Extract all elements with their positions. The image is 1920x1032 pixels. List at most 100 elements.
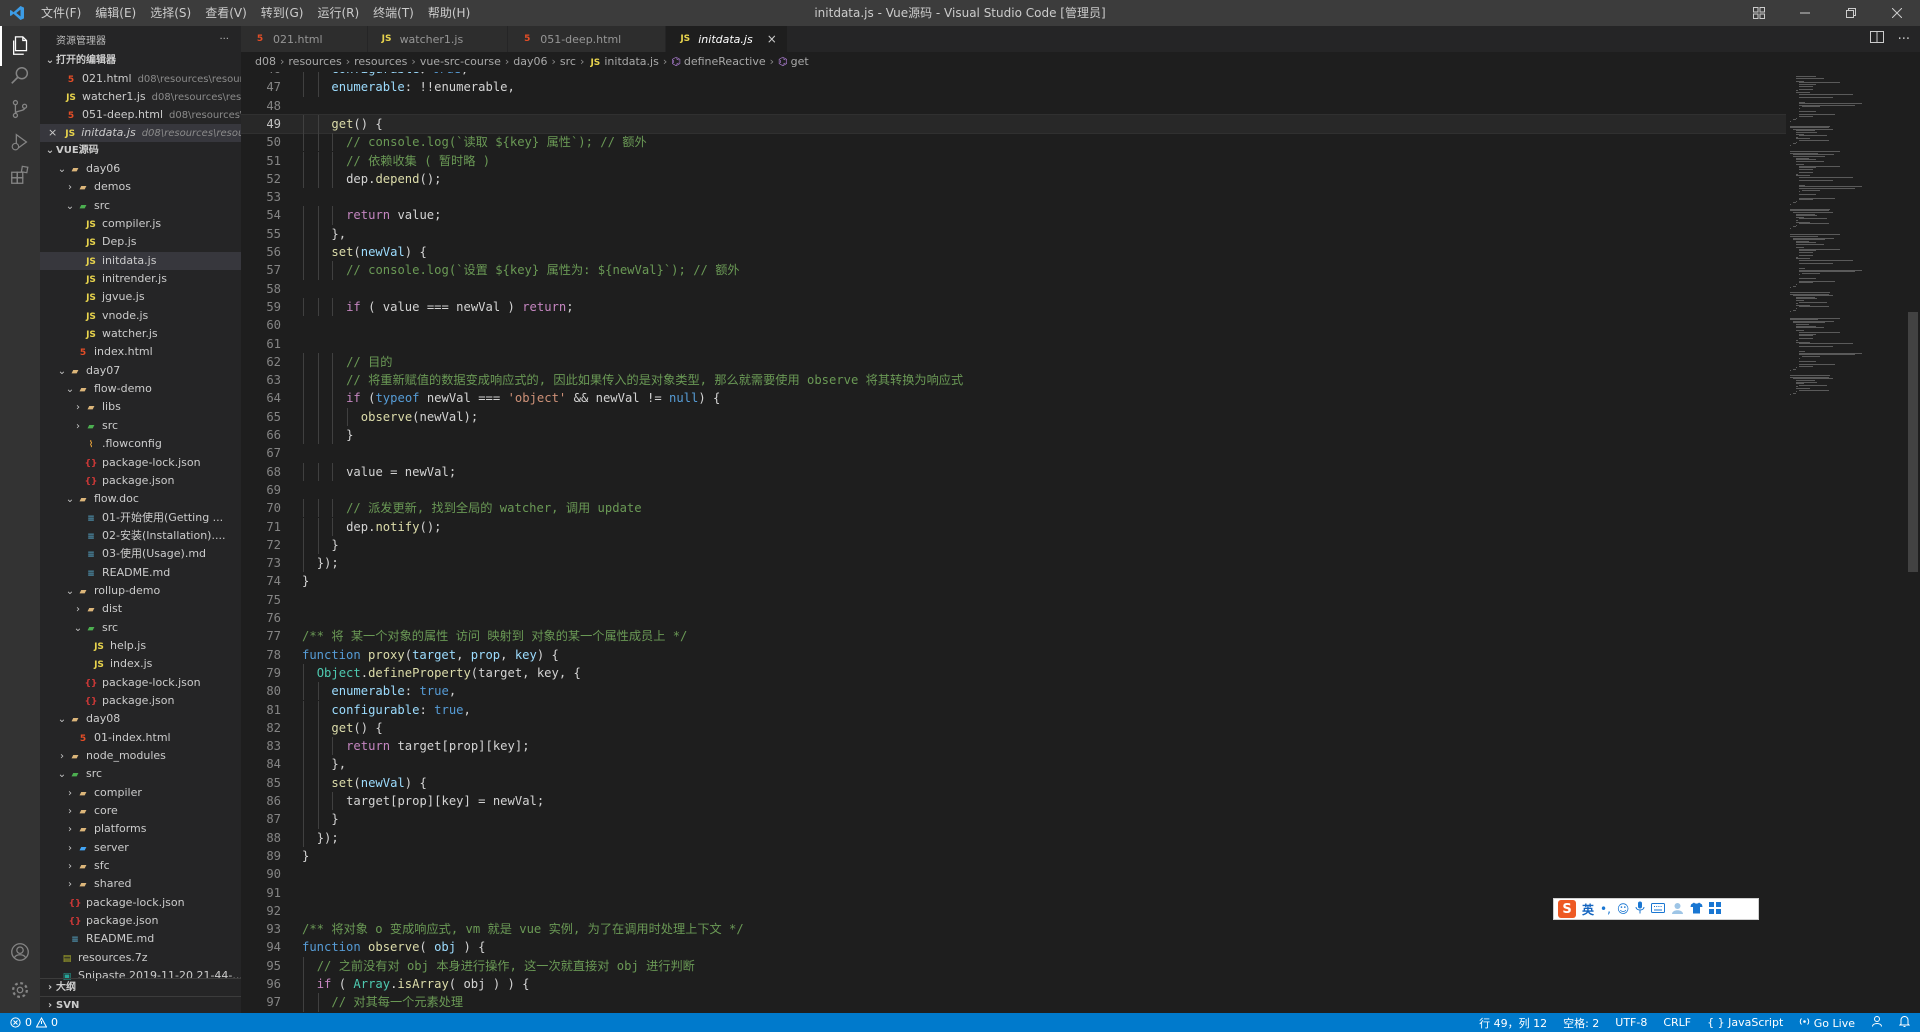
indentation[interactable]: 空格: 2 [1563,1015,1599,1031]
breadcrumb-item[interactable]: resources [288,55,341,68]
minimap[interactable] [1786,72,1906,1013]
tree-item[interactable]: JS vnode.js [40,307,241,325]
tree-item[interactable]: › ▰ src [40,417,241,435]
menu-item-6[interactable]: 终端(T) [366,0,421,26]
tree-item[interactable]: ⌄ ▰ src [40,197,241,215]
tree-item[interactable]: {} package.json [40,692,241,710]
tree-item[interactable]: {} package-lock.json [40,674,241,692]
breadcrumb-item[interactable]: d08 [255,55,276,68]
encoding[interactable]: UTF-8 [1615,1016,1647,1029]
svn-header[interactable]: › SVN [40,996,241,1013]
open-editor-item[interactable]: 5 021.html d08\resources\resour... [40,70,241,88]
status-problems[interactable]: 0 0 [10,1013,58,1032]
open-editor-item[interactable]: × JS initdata.js d08\resources\resour... [40,124,241,142]
tree-item[interactable]: JS help.js [40,637,241,655]
layout-icon[interactable] [1736,0,1782,26]
tree-item[interactable]: › ▰ sfc [40,857,241,875]
open-editor-item[interactable]: JS watcher1.js d08\resources\res... [40,88,241,106]
tree-item[interactable]: ⌄ ▰ rollup-demo [40,582,241,600]
tree-item[interactable]: ⌄ ▰ src [40,765,241,783]
more-actions-button[interactable]: ··· [219,34,229,45]
tree-item[interactable]: › ▰ demos [40,178,241,196]
cursor-position[interactable]: 行 49，列 12 [1479,1015,1547,1031]
tree-item[interactable]: › ▰ core [40,802,241,820]
end-of-line[interactable]: CRLF [1663,1016,1691,1029]
tree-item[interactable]: ⌄ ▰ src [40,619,241,637]
split-editor-icon[interactable] [1869,30,1884,48]
go-live-button[interactable]: Go Live [1799,1016,1855,1030]
menu-item-5[interactable]: 运行(R) [310,0,366,26]
user-icon[interactable] [1671,902,1684,917]
tab-051-deep-html[interactable]: 5 051-deep.html [508,26,667,52]
open-editors-header[interactable]: ⌄ 打开的编辑器 [40,52,241,70]
breadcrumb-item[interactable]: get [791,55,809,68]
breadcrumb-item[interactable]: initdata.js [604,55,658,68]
tree-item[interactable]: JS initdata.js [40,251,241,271]
menu-item-7[interactable]: 帮助(H) [421,0,477,26]
tree-item[interactable]: {} package-lock.json [40,894,241,912]
tree-item[interactable]: ▤ resources.7z [40,949,241,967]
tree-item[interactable]: ⌇ .flowconfig [40,435,241,453]
tree-item[interactable]: {} package.json [40,912,241,930]
tab-021-html[interactable]: 5 021.html [241,26,368,52]
tree-item[interactable]: ⌄ ▰ day06 [40,160,241,178]
tree-item[interactable]: › ▰ shared [40,875,241,893]
tree-item[interactable]: › ▰ libs [40,398,241,416]
tree-item[interactable]: › ▰ platforms [40,820,241,838]
language-mode[interactable]: { } JavaScript [1707,1016,1783,1029]
tree-item[interactable]: ≡ README.md [40,564,241,582]
close-window-button[interactable] [1874,0,1920,26]
breadcrumb-item[interactable]: vue-src-course [420,55,501,68]
restore-button[interactable] [1828,0,1874,26]
code-editor[interactable]: 46configurable：true,47enumerable: !!enum… [241,72,1786,1013]
tree-item[interactable]: ⌄ ▰ day08 [40,710,241,728]
breadcrumb-item[interactable]: src [560,55,576,68]
close-editor-icon[interactable]: × [48,126,57,139]
tree-item[interactable]: JS Dep.js [40,233,241,251]
tree-item[interactable]: JS initrender.js [40,270,241,288]
emoji-icon[interactable]: ☺ [1617,902,1630,916]
punctuation-icon[interactable]: •, [1600,902,1611,916]
tree-item[interactable]: › ▰ node_modules [40,747,241,765]
tree-item[interactable]: ≡ 01-开始使用(Getting ... [40,509,241,527]
microphone-icon[interactable] [1635,901,1645,917]
tree-item[interactable]: 5 index.html [40,343,241,361]
breadcrumb-item[interactable]: resources [354,55,407,68]
tree-item[interactable]: › ▰ compiler [40,784,241,802]
skin-shirt-icon[interactable] [1690,902,1703,917]
menu-item-4[interactable]: 转到(G) [254,0,311,26]
tree-item[interactable]: › ▰ server [40,839,241,857]
tree-item[interactable]: JS jgvue.js [40,288,241,306]
menu-item-2[interactable]: 选择(S) [143,0,198,26]
tree-item[interactable]: {} package.json [40,472,241,490]
menu-item-1[interactable]: 编辑(E) [88,0,143,26]
tree-item[interactable]: › ▰ dist [40,600,241,618]
breadcrumb-item[interactable]: defineReactive [684,55,766,68]
tree-item[interactable]: {} package-lock.json [40,454,241,472]
extensions-icon[interactable] [0,155,40,195]
tree-item[interactable]: ≡ 03-使用(Usage).md [40,545,241,563]
minimize-button[interactable] [1782,0,1828,26]
feedback-icon[interactable] [1871,1015,1883,1030]
tree-item[interactable]: ⌄ ▰ flow-demo [40,380,241,398]
account-icon[interactable] [0,932,40,972]
tree-item[interactable]: JS watcher.js [40,325,241,343]
tree-item[interactable]: ≡ 02-安装(Installation).... [40,527,241,545]
tree-item[interactable]: JS compiler.js [40,215,241,233]
tree-item[interactable]: 5 01-index.html [40,729,241,747]
open-editor-item[interactable]: 5 051-deep.html d08\resources\r... [40,106,241,124]
toolbox-grid-icon[interactable] [1709,901,1722,917]
notifications-bell-icon[interactable] [1898,1015,1911,1030]
ime-language[interactable]: 英 [1582,901,1594,918]
tree-item[interactable]: ⌄ ▰ day07 [40,362,241,380]
breadcrumb-item[interactable]: day06 [513,55,547,68]
ime-toolbar[interactable]: S 英 •, ☺ [1553,898,1759,920]
vertical-scrollbar[interactable] [1906,72,1920,1013]
outline-header[interactable]: › 大纲 [40,978,241,997]
close-tab-icon[interactable]: × [767,32,777,46]
tree-item[interactable]: ⌄ ▰ flow.doc [40,490,241,508]
menu-item-0[interactable]: 文件(F) [34,0,88,26]
scrollbar-thumb[interactable] [1908,312,1918,572]
menu-item-3[interactable]: 查看(V) [198,0,254,26]
keyboard-icon[interactable] [1651,902,1666,916]
